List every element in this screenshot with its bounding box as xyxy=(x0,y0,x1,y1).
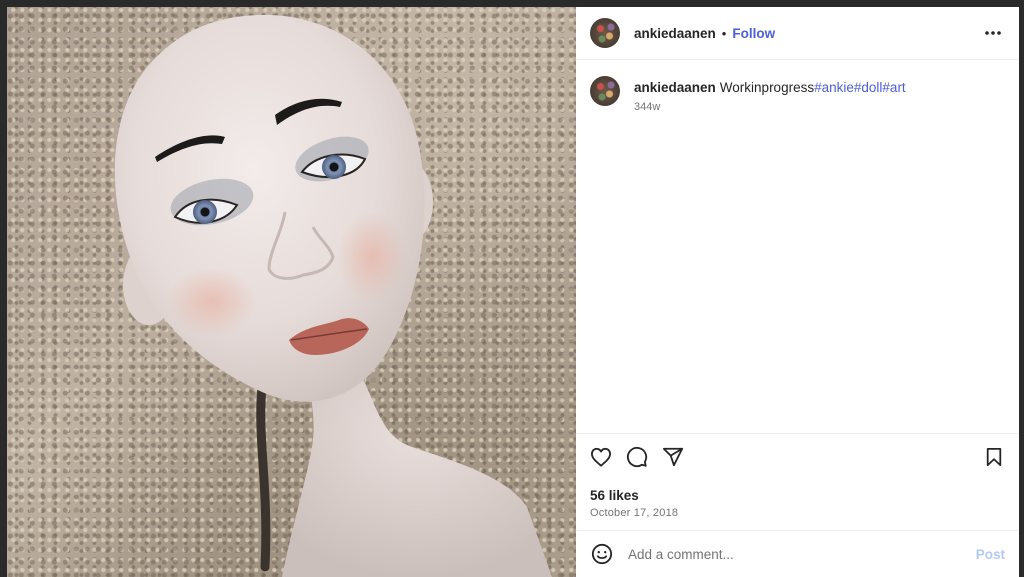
post-header: ankiedaanen • Follow xyxy=(576,7,1019,60)
post-footer: 56 likes October 17, 2018 Post xyxy=(576,433,1019,577)
likes-count[interactable]: 56 likes xyxy=(576,488,1019,503)
post-comment-button[interactable]: Post xyxy=(976,547,1005,562)
caption-text: ankiedaanen Workinprogress#ankie#doll#art xyxy=(634,79,906,97)
hashtag-link[interactable]: #doll xyxy=(854,80,883,95)
paper-plane-icon[interactable] xyxy=(660,444,686,470)
comment-box: Post xyxy=(576,530,1019,577)
caption-username[interactable]: ankiedaanen xyxy=(634,80,716,95)
avatar[interactable] xyxy=(590,18,620,48)
post-image[interactable] xyxy=(7,7,576,577)
action-bar xyxy=(576,434,1019,480)
smiley-icon[interactable] xyxy=(590,542,614,566)
hashtag-link[interactable]: #ankie xyxy=(814,80,854,95)
doll-photo xyxy=(114,14,552,577)
comments-section: ankiedaanen Workinprogress#ankie#doll#art… xyxy=(576,60,1019,433)
post-panel: ankiedaanen • Follow ankiedaanen Workinpr… xyxy=(576,7,1019,577)
comment-bubble-icon[interactable] xyxy=(624,444,650,470)
follow-button[interactable]: Follow xyxy=(732,26,775,41)
comment-input[interactable] xyxy=(626,545,976,563)
hashtag-link[interactable]: #art xyxy=(882,80,905,95)
username-link[interactable]: ankiedaanen xyxy=(634,26,716,41)
bookmark-icon[interactable] xyxy=(981,444,1007,470)
separator-dot: • xyxy=(721,25,727,41)
post-modal: ankiedaanen • Follow ankiedaanen Workinpr… xyxy=(7,7,1019,577)
caption-body: Workinprogress xyxy=(719,80,815,95)
more-horizontal-icon[interactable] xyxy=(981,21,1005,45)
heart-icon[interactable] xyxy=(588,444,614,470)
post-date[interactable]: October 17, 2018 xyxy=(576,507,1019,519)
caption: ankiedaanen Workinprogress#ankie#doll#art… xyxy=(590,76,1005,113)
caption-avatar[interactable] xyxy=(590,76,620,106)
caption-timestamp[interactable]: 344w xyxy=(634,101,906,113)
